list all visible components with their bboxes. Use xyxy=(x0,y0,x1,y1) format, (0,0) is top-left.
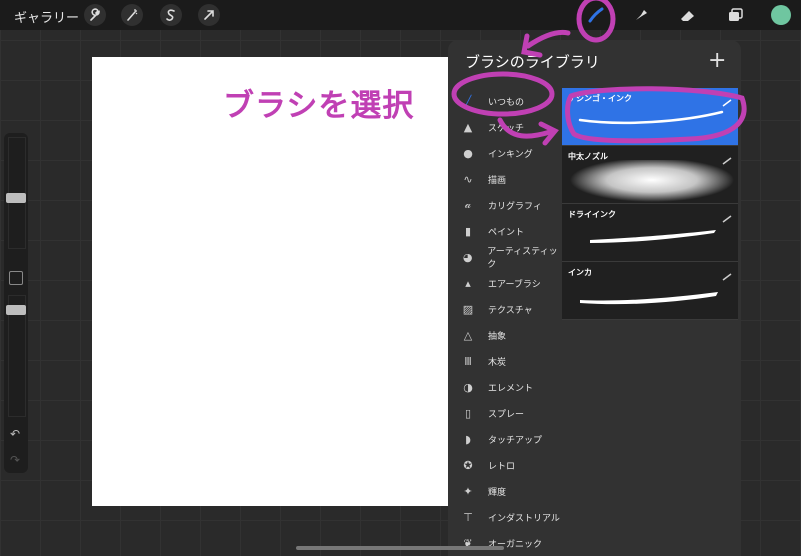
brush-item[interactable]: 中太ノズル xyxy=(562,146,738,204)
category-item[interactable]: ✦ 輝度 xyxy=(448,478,563,504)
category-label: 輝度 xyxy=(488,487,507,498)
category-label: アーティスティック xyxy=(487,247,558,270)
category-item[interactable]: ▨ テクスチャ xyxy=(448,296,563,322)
category-label: テクスチャ xyxy=(488,305,533,316)
brush-stroke-preview xyxy=(590,230,716,243)
smudge-icon[interactable] xyxy=(629,4,653,26)
triangle-icon: △ xyxy=(463,328,473,342)
category-item[interactable]: ❦ オーガニック xyxy=(448,530,563,556)
category-item[interactable]: ◗ タッチアップ xyxy=(448,426,563,452)
category-item[interactable]: △ 抽象 xyxy=(448,322,563,348)
category-item[interactable]: ▲ スケッチ xyxy=(448,114,563,140)
category-item[interactable]: ● インキング xyxy=(448,140,563,166)
ink-drop-icon: ● xyxy=(463,146,473,160)
left-sidebar: ↶ ↷ xyxy=(4,133,28,473)
magic-wand-icon[interactable] xyxy=(121,4,143,26)
home-indicator xyxy=(296,546,504,550)
top-toolbar: ギャラリー xyxy=(0,0,801,30)
selection-s-icon[interactable] xyxy=(160,4,182,26)
modify-button[interactable] xyxy=(9,271,23,285)
retro-star-icon: ✪ xyxy=(463,458,473,472)
category-item[interactable]: ◑ エレメント xyxy=(448,374,563,400)
brush-library-panel: ブラシのライブラリ + ╱ いつもの ▲ スケッチ ● インキング ∿ 描画 𝒶 カリグラフィ ▮ ペ… xyxy=(448,40,741,556)
panel-title: ブラシのライブラリ xyxy=(465,53,600,71)
touchup-icon: ◗ xyxy=(465,432,471,446)
layers-icon[interactable] xyxy=(723,4,747,26)
eraser-icon[interactable] xyxy=(676,4,700,26)
brush-stroke-preview xyxy=(570,160,734,202)
gallery-button[interactable]: ギャラリー xyxy=(14,7,79,26)
category-item[interactable]: ∿ 描画 xyxy=(448,166,563,192)
brush-item[interactable]: インカ xyxy=(562,262,738,320)
brush-stroke-preview xyxy=(580,292,718,305)
category-label: インダストリアル xyxy=(488,513,560,524)
category-label: 木炭 xyxy=(488,357,507,368)
category-label: スプレー xyxy=(488,409,525,420)
wrench-icon[interactable] xyxy=(84,4,106,26)
spray-can-icon: ▯ xyxy=(464,406,472,420)
paintbrush-icon: ▮ xyxy=(464,224,472,238)
category-label: 描画 xyxy=(488,175,507,186)
category-label: タッチアップ xyxy=(488,435,543,446)
undo-icon[interactable]: ↶ xyxy=(10,427,20,441)
category-item[interactable]: ▮ ペイント xyxy=(448,218,563,244)
brush-icon[interactable] xyxy=(584,4,608,26)
palette-icon: ◕ xyxy=(462,250,473,264)
airbrush-icon: ▴ xyxy=(465,276,471,290)
yin-yang-icon: ◑ xyxy=(463,380,473,394)
charcoal-icon: Ⅲ xyxy=(464,354,472,368)
arrow-icon[interactable] xyxy=(198,4,220,26)
category-label: いつもの xyxy=(488,97,525,108)
category-item[interactable]: ⊤ インダストリアル xyxy=(448,504,563,530)
sparkle-icon: ✦ xyxy=(463,484,473,498)
redo-icon[interactable]: ↷ xyxy=(10,453,20,467)
category-label: エアーブラシ xyxy=(488,279,541,290)
squiggle-icon: ∿ xyxy=(463,172,473,186)
category-item[interactable]: ╱ いつもの xyxy=(448,88,563,114)
category-label: カリグラフィ xyxy=(488,201,542,212)
category-label: レトロ xyxy=(488,461,516,472)
category-item[interactable]: ▴ エアーブラシ xyxy=(448,270,563,296)
brush-item[interactable]: ゲシンゴ・インク xyxy=(562,88,738,146)
opacity-handle[interactable] xyxy=(6,305,26,315)
category-item[interactable]: ✪ レトロ xyxy=(448,452,563,478)
category-label: 抽象 xyxy=(488,331,507,342)
pencil-tip-icon: ▲ xyxy=(463,120,473,134)
category-item[interactable]: ▯ スプレー xyxy=(448,400,563,426)
category-label: エレメント xyxy=(488,383,534,394)
calligraphy-a-icon: 𝒶 xyxy=(464,198,472,211)
category-label: インキング xyxy=(488,149,533,160)
brush-size-handle[interactable] xyxy=(6,193,26,203)
category-label: ペイント xyxy=(488,227,525,238)
brush-item[interactable]: ドライインク xyxy=(562,204,738,262)
texture-icon: ▨ xyxy=(462,302,474,316)
brush-stroke-preview xyxy=(578,110,724,125)
category-item[interactable]: Ⅲ 木炭 xyxy=(448,348,563,374)
category-item[interactable]: ◕ アーティスティック xyxy=(448,244,563,270)
current-color-swatch[interactable] xyxy=(771,5,791,25)
brush-stroke-icon: ╱ xyxy=(464,94,472,108)
annotation-label: ブラシを選択 xyxy=(223,88,415,124)
category-label: スケッチ xyxy=(488,123,525,134)
add-brush-button[interactable]: + xyxy=(708,48,726,73)
anvil-icon: ⊤ xyxy=(463,510,473,524)
category-item[interactable]: 𝒶 カリグラフィ xyxy=(448,192,563,218)
